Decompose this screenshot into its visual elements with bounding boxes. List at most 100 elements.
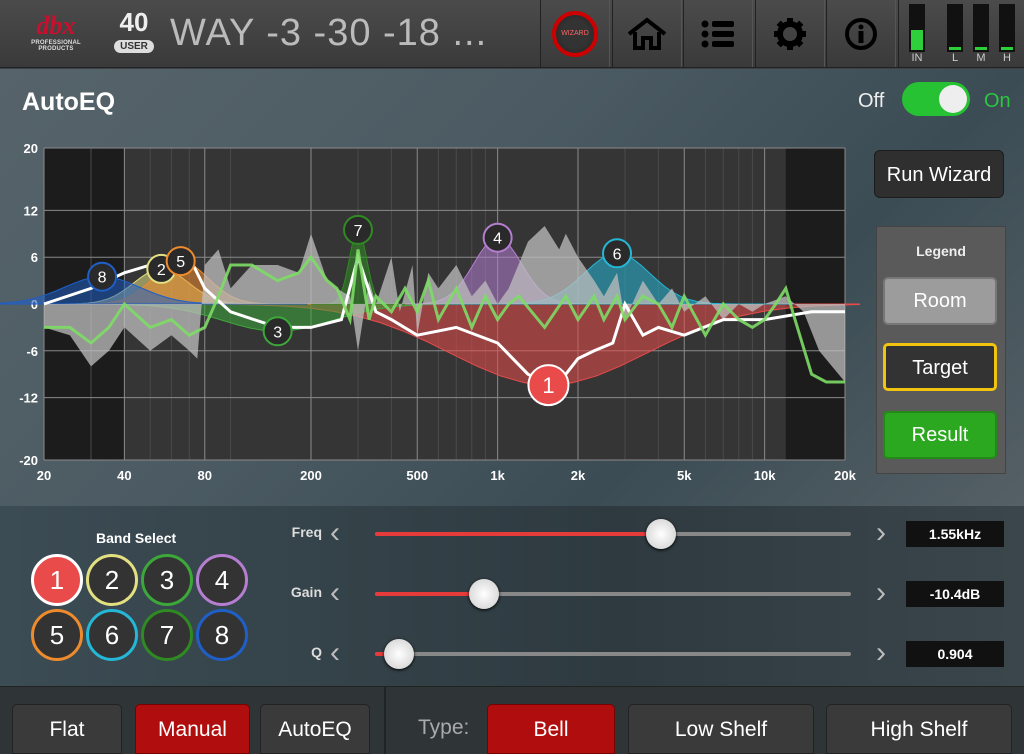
legend-result-button[interactable]: Result	[883, 411, 997, 459]
list-button[interactable]	[683, 0, 753, 67]
x-tick-label: 2k	[571, 468, 586, 483]
low-shelf-button[interactable]: Low Shelf	[628, 704, 814, 754]
gain-value[interactable]: -10.4dB	[906, 581, 1004, 607]
y-tick-label: 6	[31, 250, 38, 265]
toggle-knob	[939, 85, 967, 113]
gain-increment-icon[interactable]: ›	[876, 578, 886, 608]
y-tick-label: -6	[26, 344, 38, 359]
meter-label: H	[1003, 52, 1011, 64]
autoeq-button[interactable]: AutoEQ	[260, 704, 370, 754]
q-value[interactable]: 0.904	[906, 641, 1004, 667]
band-5-handle[interactable]: 5	[165, 246, 196, 277]
band-handle-label: 8	[98, 270, 107, 287]
freq-label: Freq	[291, 524, 322, 540]
autoeq-toggle[interactable]	[902, 82, 970, 116]
band-8-handle[interactable]: 8	[87, 261, 118, 292]
toggle-on-label: On	[984, 90, 1011, 112]
level-meters: IN L M H	[898, 0, 1024, 67]
band-handle-label: 1	[542, 373, 554, 398]
preset-number[interactable]: 40 USER	[112, 8, 156, 54]
band-select-5[interactable]: 5	[31, 609, 83, 661]
gain-slider[interactable]	[375, 579, 851, 609]
band-select-8[interactable]: 8	[196, 609, 248, 661]
band-handle-label: 4	[493, 231, 502, 248]
y-tick-label: 20	[24, 141, 38, 156]
flat-button[interactable]: Flat	[12, 704, 122, 754]
q-increment-icon[interactable]: ›	[876, 638, 886, 668]
meter-fill	[1001, 47, 1013, 50]
meter-in	[909, 4, 925, 52]
dbx-logo: dbx PROFESSIONAL PRODUCTS	[31, 11, 81, 53]
legend-target-button[interactable]: Target	[883, 343, 997, 391]
run-wizard-button[interactable]: Run Wizard	[874, 150, 1004, 198]
meter-l	[947, 4, 963, 52]
band-3-handle[interactable]: 3	[262, 316, 293, 347]
meter-label: IN	[911, 52, 923, 64]
settings-button[interactable]	[755, 0, 825, 67]
q-label: Q	[311, 644, 322, 660]
band-select-4[interactable]: 4	[196, 554, 248, 606]
gain-label: Gain	[290, 584, 322, 600]
gain-decrement-icon[interactable]: ‹	[330, 578, 340, 608]
freq-decrement-icon[interactable]: ‹	[330, 518, 340, 548]
x-tick-label: 80	[198, 468, 212, 483]
meter-fill	[911, 30, 923, 50]
type-label: Type:	[418, 716, 470, 739]
x-tick-label: 20k	[834, 468, 856, 483]
x-tick-label: 200	[300, 468, 322, 483]
page-title: AutoEQ	[22, 88, 116, 116]
band-1-handle[interactable]: 1	[527, 364, 570, 407]
user-badge: USER	[114, 40, 154, 53]
wizard-button[interactable]: WIZARD	[540, 0, 610, 67]
home-button[interactable]	[612, 0, 682, 67]
band-handle-label: 3	[273, 324, 282, 341]
q-slider[interactable]	[375, 639, 851, 669]
gear-icon	[774, 17, 806, 50]
x-tick-label: 10k	[754, 468, 776, 483]
band-handle-label: 6	[613, 246, 622, 263]
band-select-6[interactable]: 6	[86, 609, 138, 661]
band-7-handle[interactable]: 7	[343, 214, 374, 245]
info-icon	[845, 17, 877, 50]
band-handle-label: 5	[176, 254, 185, 271]
legend-room-button[interactable]: Room	[883, 277, 997, 325]
bell-button[interactable]: Bell	[487, 704, 615, 754]
band-select-title: Band Select	[96, 530, 177, 546]
band-select-1[interactable]: 1	[31, 554, 83, 606]
q-decrement-icon[interactable]: ‹	[330, 638, 340, 668]
eq-chart[interactable]: 2040802005001k2k5k10k20k201260-6-12-2012…	[0, 140, 860, 490]
meter-h	[999, 4, 1015, 52]
freq-increment-icon[interactable]: ›	[876, 518, 886, 548]
y-tick-label: -12	[19, 391, 38, 406]
manual-button[interactable]: Manual	[135, 704, 250, 754]
y-tick-label: -20	[19, 453, 38, 468]
x-tick-label: 20	[37, 468, 51, 483]
band-4-handle[interactable]: 4	[482, 222, 513, 253]
freq-value[interactable]: 1.55kHz	[906, 521, 1004, 547]
band-select-7[interactable]: 7	[141, 609, 193, 661]
freq-slider-fill	[375, 532, 661, 536]
q-slider-handle[interactable]	[383, 639, 414, 669]
meter-fill	[949, 47, 961, 50]
meter-label: L	[951, 52, 959, 64]
divider	[384, 686, 386, 754]
band-select-3[interactable]: 3	[141, 554, 193, 606]
wizard-icon: WIZARD	[552, 10, 598, 57]
top-bar: dbx PROFESSIONAL PRODUCTS 40 USER WAY -3…	[0, 0, 1024, 68]
band-handle-label: 2	[157, 262, 166, 279]
info-button[interactable]	[826, 0, 896, 67]
high-shelf-button[interactable]: High Shelf	[826, 704, 1012, 754]
band-select-2[interactable]: 2	[86, 554, 138, 606]
meter-label: M	[976, 52, 986, 64]
freq-slider-handle[interactable]	[645, 519, 676, 549]
meter-m	[973, 4, 989, 52]
x-tick-label: 5k	[677, 468, 692, 483]
y-tick-label: 12	[24, 203, 38, 218]
freq-slider[interactable]	[375, 519, 851, 549]
home-icon	[627, 16, 667, 50]
preset-name[interactable]: WAY -3 -30 -18 ...	[170, 12, 487, 55]
x-tick-label: 500	[406, 468, 428, 483]
gain-slider-fill	[375, 592, 485, 596]
x-tick-label: 1k	[490, 468, 505, 483]
band-6-handle[interactable]: 6	[602, 238, 633, 269]
